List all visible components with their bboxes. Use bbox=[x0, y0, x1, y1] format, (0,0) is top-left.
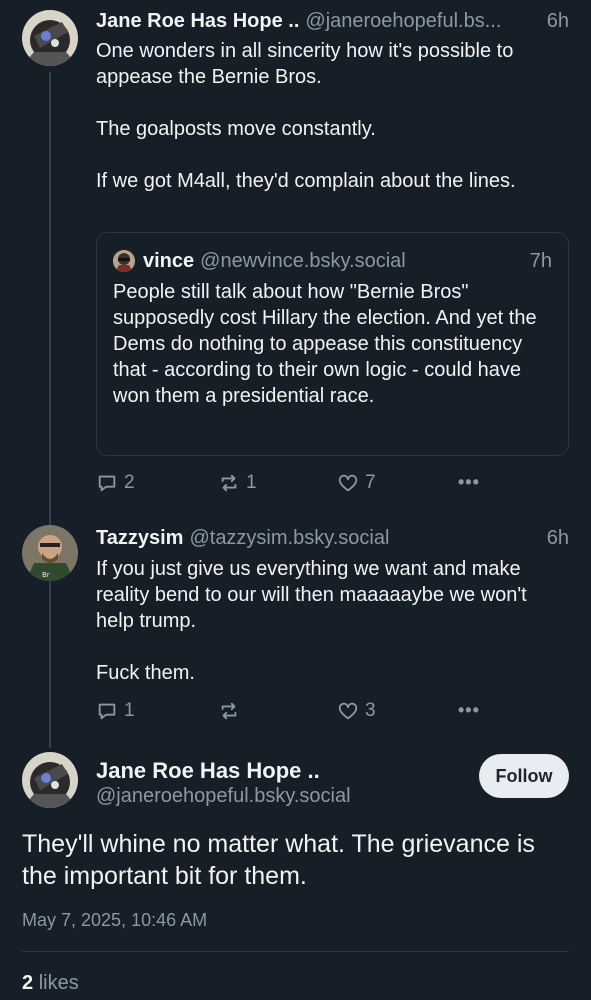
post-paragraph: One wonders in all sincerity how it's po… bbox=[96, 40, 514, 88]
post-paragraph: The goalposts move constantly. bbox=[96, 118, 376, 140]
like-button[interactable]: 3 bbox=[337, 700, 376, 722]
post-time[interactable]: 6h bbox=[539, 8, 569, 34]
author-name[interactable]: Tazzysim bbox=[96, 525, 183, 551]
main-post-text: They'll whine no matter what. The grieva… bbox=[22, 830, 535, 890]
repost-button[interactable] bbox=[218, 700, 246, 722]
likes-count: 2 bbox=[22, 972, 34, 994]
quote-text: People still talk about how "Bernie Bros… bbox=[113, 281, 537, 407]
post-actions: 1 3 ••• bbox=[96, 700, 479, 726]
likes-label: likes bbox=[38, 972, 79, 994]
repost-button[interactable]: 1 bbox=[218, 472, 257, 494]
follow-button[interactable]: Follow bbox=[479, 754, 569, 798]
reply-count: 2 bbox=[124, 472, 135, 493]
likes-summary[interactable]: 2 likes bbox=[22, 972, 79, 995]
author-name[interactable]: Jane Roe Has Hope .. bbox=[96, 8, 299, 34]
reply-button[interactable]: 1 bbox=[96, 700, 135, 722]
like-count: 7 bbox=[365, 472, 376, 493]
author-handle[interactable]: @tazzysim.bsky.social bbox=[189, 525, 389, 551]
quote-avatar bbox=[113, 250, 135, 272]
reply-button[interactable]: 2 bbox=[96, 472, 135, 494]
repost-icon bbox=[221, 702, 237, 720]
more-options-icon[interactable]: ••• bbox=[458, 700, 480, 721]
more-options-icon[interactable]: ••• bbox=[458, 472, 480, 493]
quote-author-name: vince bbox=[143, 250, 195, 272]
main-author-handle[interactable]: @janeroehopeful.bsky.social bbox=[96, 783, 351, 809]
thread-post-1[interactable]: Jane Roe Has Hope .. @janeroehopeful.bs.… bbox=[0, 0, 591, 505]
reply-icon bbox=[98, 703, 116, 720]
repost-count: 1 bbox=[246, 472, 257, 493]
quote-author-handle: @newvince.bsky.social bbox=[200, 250, 406, 272]
divider bbox=[22, 951, 569, 952]
post-paragraph: If you just give us everything we want a… bbox=[96, 558, 527, 632]
post-text: If you just give us everything we want a… bbox=[96, 556, 561, 686]
like-count: 3 bbox=[365, 700, 376, 721]
post-time[interactable]: 6h bbox=[539, 525, 569, 551]
post-paragraph: Fuck them. bbox=[96, 662, 195, 684]
svg-text:Br: Br bbox=[42, 571, 50, 579]
author-handle[interactable]: @janeroehopeful.bs... bbox=[305, 8, 501, 34]
main-author-name[interactable]: Jane Roe Has Hope .. bbox=[96, 757, 320, 785]
quote-time: 7h bbox=[529, 250, 552, 272]
post-paragraph: If we got M4all, they'd complain about t… bbox=[96, 170, 516, 192]
post-timestamp: May 7, 2025, 10:46 AM bbox=[22, 910, 208, 930]
reply-icon bbox=[98, 475, 116, 492]
repost-icon bbox=[221, 474, 237, 492]
avatar[interactable] bbox=[22, 752, 78, 808]
post-text: One wonders in all sincerity how it's po… bbox=[96, 38, 561, 194]
heart-icon bbox=[338, 702, 358, 720]
thread-post-2[interactable]: Br Tazzysim @tazzysim.bsky.social 6h If … bbox=[0, 505, 591, 745]
post-actions: 2 1 7 ••• bbox=[96, 472, 479, 498]
heart-icon bbox=[338, 474, 358, 492]
reply-count: 1 bbox=[124, 700, 135, 721]
avatar[interactable]: Br bbox=[22, 525, 78, 581]
quoted-post[interactable]: vince @newvince.bsky.social 7h People st… bbox=[96, 232, 569, 456]
avatar[interactable] bbox=[22, 10, 78, 66]
like-button[interactable]: 7 bbox=[337, 472, 376, 494]
